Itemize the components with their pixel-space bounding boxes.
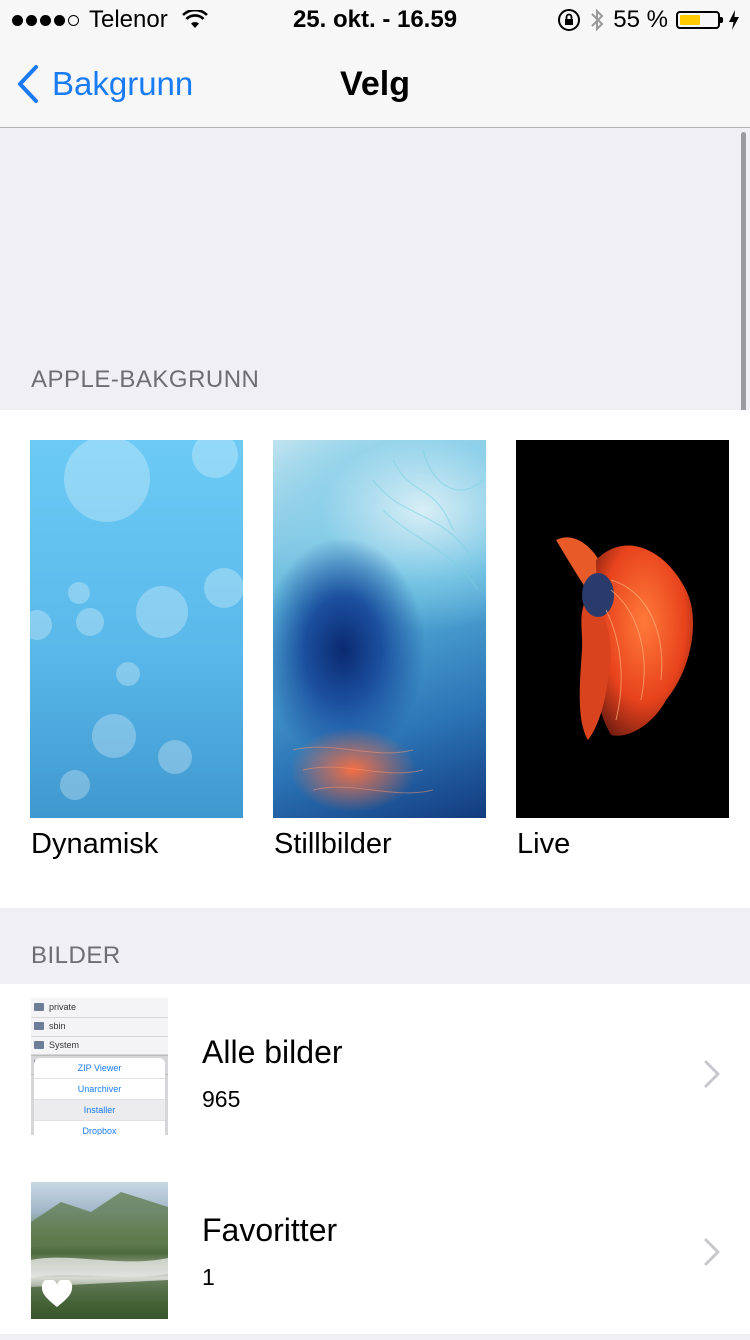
chevron-right-icon (704, 1060, 720, 1088)
album-title-favorites: Favoritter (202, 1212, 338, 1248)
section-header-photos: BILDER (31, 942, 121, 969)
album-title-all-photos: Alle bilder (202, 1034, 343, 1070)
wallpaper-still-label: Stillbilder (274, 828, 392, 860)
status-bar: Telenor 25. okt. - 16.59 55 % (0, 0, 750, 40)
bluetooth-icon (591, 8, 604, 32)
rotation-lock-icon (558, 9, 581, 31)
battery-icon (676, 11, 723, 29)
wallpaper-live-label: Live (517, 828, 571, 860)
page-title: Velg (340, 65, 410, 103)
thumb-file-label: System (49, 1040, 80, 1050)
album-row-all-photos[interactable]: private sbin System tmp ZIP Viewer Unarc… (0, 984, 750, 1162)
album-count-favorites: 1 (202, 1264, 215, 1290)
wallpaper-still-thumbnail[interactable] (273, 440, 486, 818)
heart-icon (41, 1280, 73, 1307)
thumb-menu-item: Dropbox (34, 1121, 165, 1135)
thumb-menu-item: ZIP Viewer (34, 1058, 165, 1079)
album-row-favorites[interactable]: Favoritter 1 (0, 1162, 750, 1340)
wallpaper-dynamic-label: Dynamisk (31, 828, 159, 860)
wallpaper-dynamic-thumbnail[interactable] (30, 440, 243, 818)
thumb-menu-item: Unarchiver (34, 1079, 165, 1100)
chevron-right-icon (704, 1238, 720, 1266)
wallpaper-live-thumbnail[interactable] (516, 440, 729, 818)
thumb-file-label: private (49, 1002, 77, 1012)
apple-wallpapers-panel: Dynamisk Stillbilder Live (0, 410, 750, 908)
fish-illustration (556, 537, 694, 740)
album-count-all-photos: 965 (202, 1086, 241, 1112)
charging-bolt-icon (729, 10, 739, 30)
thumb-menu-item: Installer (34, 1100, 165, 1121)
album-thumbnail-all-photos: private sbin System tmp ZIP Viewer Unarc… (31, 998, 168, 1135)
section-header-apple: APPLE-BAKGRUNN (31, 366, 260, 393)
battery-percent: 55 % (613, 6, 668, 33)
status-bar-right: 55 % (557, 0, 740, 40)
album-thumbnail-favorites (31, 1182, 168, 1319)
photos-list: private sbin System tmp ZIP Viewer Unarc… (0, 984, 750, 1334)
battery-fill (680, 15, 700, 25)
thumb-file-label: sbin (49, 1021, 66, 1031)
navigation-bar: Bakgrunn Velg (0, 40, 750, 128)
